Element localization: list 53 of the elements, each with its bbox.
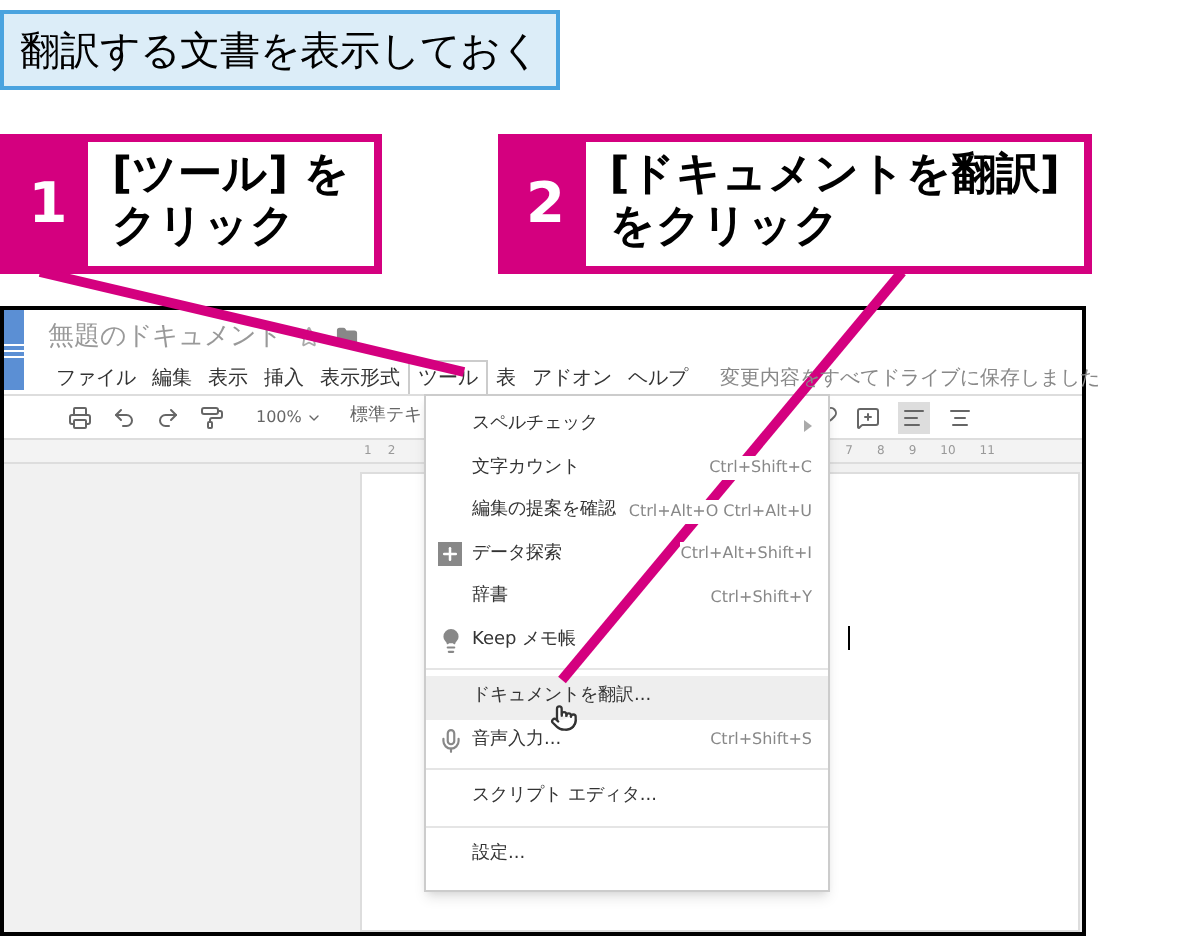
menu-item[interactable]: 音声入力... Ctrl+Shift+S (426, 719, 828, 762)
menu-item[interactable]: 辞書 Ctrl+Shift+Y (426, 576, 828, 619)
menu-tab[interactable]: 表 (488, 359, 524, 397)
menu-item-label: データ探索 (472, 541, 562, 567)
step-number: 2 (505, 142, 586, 266)
menu-item[interactable]: ドキュメントを翻訳... (426, 676, 828, 719)
menu-tab[interactable]: 表示 (200, 359, 256, 397)
menu-tab[interactable]: 表示形式 (312, 359, 408, 397)
zoom-select[interactable]: 100% (256, 405, 322, 429)
callout-text: をクリック (609, 202, 842, 254)
shortcut-text: Ctrl+Alt+O Ctrl+Alt+U (628, 499, 812, 524)
menu-item[interactable]: データ探索 Ctrl+Alt+Shift+I (426, 533, 828, 576)
menu-item-label: 音声入力... (472, 727, 562, 753)
heading-banner: 翻訳する文書を表示しておく (0, 10, 560, 90)
menu-item-label: Keep メモ帳 (472, 627, 577, 653)
paint-format-icon[interactable] (200, 405, 224, 429)
menu-item[interactable]: スペルチェック (426, 404, 828, 447)
menu-item-label: 辞書 (472, 584, 508, 610)
menu-item[interactable]: 設定... (426, 833, 828, 876)
menu-item[interactable]: Keep メモ帳 (426, 619, 828, 662)
docs-menu-icon[interactable] (4, 310, 24, 390)
menu-item-label: ドキュメントを翻訳... (472, 684, 652, 710)
align-left-icon[interactable] (897, 401, 930, 433)
hand-cursor-icon (550, 704, 578, 732)
microphone-icon (438, 727, 464, 754)
menu-tab[interactable]: アドオン (524, 359, 620, 397)
explore-icon (438, 542, 462, 567)
align-center-icon[interactable] (947, 405, 972, 429)
menu-item-label: スペルチェック (472, 412, 598, 438)
step-number: 1 (8, 142, 88, 266)
menu-item-label: 文字カウント (472, 455, 580, 481)
text-cursor (848, 626, 850, 650)
menu-item[interactable]: スクリプト エディタ... (426, 776, 828, 819)
lightbulb-icon (438, 627, 464, 654)
menu-tab[interactable]: ヘルプ (620, 359, 696, 397)
callout-text: クリック (112, 202, 298, 254)
menu-tab[interactable]: 挿入 (256, 359, 312, 397)
menu-item[interactable]: 編集の提案を確認 Ctrl+Alt+O Ctrl+Alt+U (426, 490, 828, 533)
print-icon[interactable] (68, 405, 92, 429)
undo-icon[interactable] (112, 405, 136, 429)
menu-tab[interactable]: 編集 (144, 359, 200, 397)
callout-text: [ツール] を (112, 150, 350, 202)
menu-tab[interactable]: ファイル (48, 359, 144, 397)
comment-icon[interactable] (855, 405, 880, 429)
redo-icon[interactable] (156, 405, 180, 429)
star-icon[interactable] (298, 326, 320, 349)
shortcut-text: Ctrl+Shift+C (709, 456, 812, 481)
menu-item-label: 設定... (472, 841, 526, 867)
menu-item-label: スクリプト エディタ... (472, 784, 657, 810)
menu-item[interactable]: 文字カウント Ctrl+Shift+C (426, 447, 828, 490)
callout-text: [ドキュメントを翻訳] (609, 150, 1060, 202)
menu-item-label: 編集の提案を確認 (472, 498, 616, 524)
style-select[interactable]: 標準テキ (349, 403, 422, 431)
